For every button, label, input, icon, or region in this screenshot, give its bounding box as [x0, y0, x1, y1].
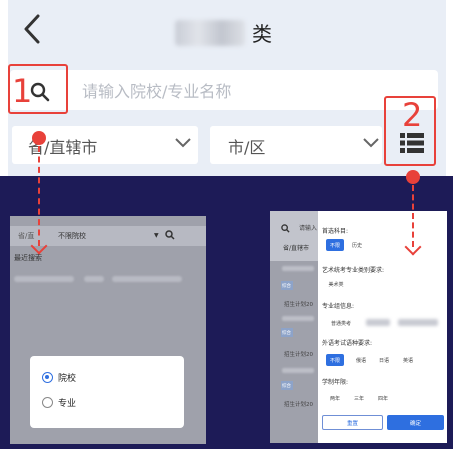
- preview-badge-text: 综合: [282, 384, 291, 389]
- preview-school-filter: 不限院校: [58, 232, 86, 240]
- blurred-row: [282, 368, 314, 373]
- chevron-left-icon[interactable]: [18, 12, 46, 46]
- filter-chip[interactable]: 俄语: [352, 354, 370, 366]
- preview-plan-text: 招生计划20: [284, 302, 313, 308]
- callout-dot-1: [32, 131, 46, 145]
- search-type-popup: [30, 356, 184, 428]
- filter-section-label: 首选科目:: [322, 228, 349, 235]
- callout-dot-2: [406, 170, 420, 184]
- filter-chip[interactable]: 两年: [326, 392, 344, 404]
- filter-chip[interactable]: 四年: [374, 392, 392, 404]
- radio-major-label: 专业: [58, 399, 77, 409]
- filter-section-label: 专业组信息:: [322, 303, 355, 310]
- preview-plan-text: 招生计划20: [284, 352, 313, 358]
- filter-chip[interactable]: 三年: [350, 392, 368, 404]
- search-icon: [281, 224, 290, 233]
- recent-search-label: 最近搜索: [14, 254, 42, 262]
- filter-section-label: 外语考试语种要求:: [322, 340, 373, 347]
- blurred-row: [84, 276, 104, 282]
- preview-province: 省/直辖市: [283, 245, 310, 252]
- filter-chip[interactable]: 美术类: [324, 278, 348, 290]
- blurred-chip: [398, 319, 438, 326]
- preview-plan-text: 招生计划20: [284, 402, 313, 408]
- chevron-down-icon: [363, 138, 379, 148]
- chevron-down-icon: [175, 138, 191, 148]
- page-title: 类: [252, 22, 272, 46]
- preview-search-text: 请输入: [299, 225, 318, 232]
- preview-badge-text: 综合: [282, 331, 291, 336]
- filter-chip-selected[interactable]: 不限: [326, 239, 344, 251]
- filter-chip[interactable]: 日语: [375, 354, 393, 366]
- filter-section-label: 艺术统考专业类别要求:: [322, 267, 385, 274]
- preview-caret: ▼: [154, 232, 159, 239]
- preview-top-bar: [270, 211, 318, 261]
- search-icon: [165, 230, 175, 240]
- callout-connector-1: [38, 146, 40, 246]
- filter-chip-selected[interactable]: 不限: [326, 354, 344, 366]
- city-dropdown-label: 市/区: [228, 138, 266, 157]
- blurred-row: [112, 276, 182, 282]
- filter-chip[interactable]: 历史: [348, 239, 366, 251]
- preview-province: 省/直: [18, 232, 35, 240]
- radio-school[interactable]: [42, 372, 53, 383]
- radio-school-label: 院校: [58, 374, 77, 384]
- title-blurred: [175, 20, 245, 46]
- filter-section-label: 学制年限:: [322, 379, 349, 386]
- blurred-chip: [366, 319, 390, 326]
- reset-button[interactable]: 重置: [322, 415, 383, 430]
- callout-number-1: 1: [12, 72, 33, 110]
- radio-major[interactable]: [42, 397, 53, 408]
- confirm-button[interactable]: 确定: [387, 415, 444, 430]
- callout-number-2: 2: [402, 96, 423, 134]
- blurred-row: [282, 316, 314, 321]
- search-input[interactable]: [82, 78, 412, 104]
- blurred-row: [14, 276, 74, 282]
- filter-chip[interactable]: 英语: [399, 354, 417, 366]
- blurred-row: [282, 266, 314, 271]
- preview-badge-text: 综合: [282, 284, 291, 289]
- filter-chip[interactable]: 普通类考: [324, 317, 358, 329]
